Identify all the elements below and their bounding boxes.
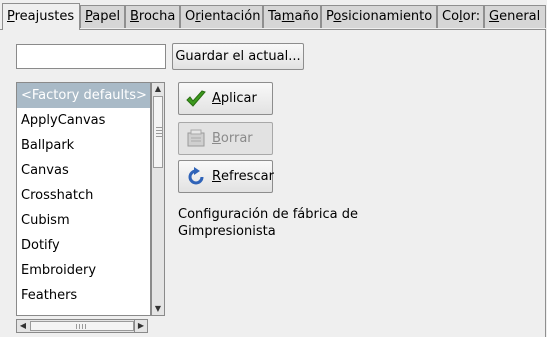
- tab-size[interactable]: Tamaño: [263, 5, 321, 28]
- refresh-accel: R: [212, 169, 222, 184]
- tab-rest: or:: [462, 9, 481, 24]
- refresh-icon: [185, 166, 207, 188]
- tab-placement[interactable]: Posicionamiento: [321, 5, 437, 28]
- tab-rest: ientación: [200, 9, 261, 24]
- refresh-label: efrescar: [221, 169, 274, 184]
- tab-prefix: O: [185, 9, 196, 24]
- list-item[interactable]: Cubism: [17, 208, 150, 233]
- scroll-down-arrow-icon[interactable]: ▼: [152, 303, 164, 315]
- checkmark-icon: [185, 88, 207, 110]
- delete-icon: [185, 128, 207, 150]
- tab-color[interactable]: Color:: [437, 5, 484, 28]
- scroll-up-arrow-icon[interactable]: ▲: [152, 83, 164, 95]
- tab-rest: año: [294, 9, 319, 24]
- save-current-button[interactable]: Guardar el actual...: [172, 43, 304, 70]
- tab-brush[interactable]: Brocha: [125, 5, 180, 28]
- tab-accel: G: [489, 9, 500, 24]
- tab-prefix: Co: [442, 9, 460, 24]
- tab-bar: Preajustes Papel Brocha Orientación Tama…: [0, 0, 547, 30]
- list-item[interactable]: Canvas: [17, 158, 150, 183]
- tab-rest: reajustes: [14, 9, 75, 24]
- apply-label: plicar: [220, 91, 257, 106]
- grip-icon: [156, 127, 162, 139]
- tab-rest: rocha: [138, 9, 176, 24]
- preset-name-input[interactable]: [16, 44, 166, 69]
- list-horizontal-scrollbar[interactable]: ◀: [16, 319, 148, 333]
- tab-accel: B: [130, 9, 139, 24]
- vertical-scroll-thumb[interactable]: [153, 96, 163, 168]
- list-item[interactable]: Crosshatch: [17, 183, 150, 208]
- tab-rest: eneral: [499, 9, 541, 24]
- tab-orientation[interactable]: Orientación: [180, 5, 263, 28]
- delete-label: orrar: [220, 131, 253, 146]
- preset-list[interactable]: <Factory defaults> ApplyCanvas Ballpark …: [16, 82, 151, 316]
- preset-description: Configuración de fábrica de Gimpresionis…: [178, 207, 358, 239]
- delete-accel: B: [212, 131, 221, 146]
- list-item[interactable]: Embroidery: [17, 258, 150, 283]
- list-item[interactable]: Dotify: [17, 233, 150, 258]
- list-item[interactable]: Feathers: [17, 283, 150, 308]
- tab-rest: apel: [92, 9, 121, 24]
- tab-presets[interactable]: Preajustes: [2, 3, 80, 30]
- apply-accel: A: [212, 91, 221, 106]
- tab-prefix: Ta: [268, 9, 282, 24]
- horizontal-scroll-thumb[interactable]: [30, 321, 134, 331]
- scroll-left-arrow-icon[interactable]: ◀: [17, 320, 29, 332]
- list-vertical-scrollbar[interactable]: ▲ ▼: [151, 82, 165, 316]
- tab-accel: m: [281, 9, 295, 24]
- tab-accel: P: [7, 9, 15, 24]
- list-item[interactable]: ApplyCanvas: [17, 108, 150, 133]
- grip-icon: [76, 324, 88, 329]
- apply-button[interactable]: Aplicar: [178, 82, 273, 115]
- list-item[interactable]: Ballpark: [17, 133, 150, 158]
- refresh-button[interactable]: Refrescar: [178, 160, 274, 193]
- tab-paper[interactable]: Papel: [80, 5, 125, 28]
- list-item[interactable]: <Factory defaults>: [17, 83, 150, 108]
- tab-rest: sicionamiento: [341, 9, 433, 24]
- delete-button[interactable]: Borrar: [178, 122, 273, 155]
- scroll-right-arrow-icon[interactable]: ▶: [134, 319, 148, 333]
- tab-general[interactable]: General: [484, 5, 546, 28]
